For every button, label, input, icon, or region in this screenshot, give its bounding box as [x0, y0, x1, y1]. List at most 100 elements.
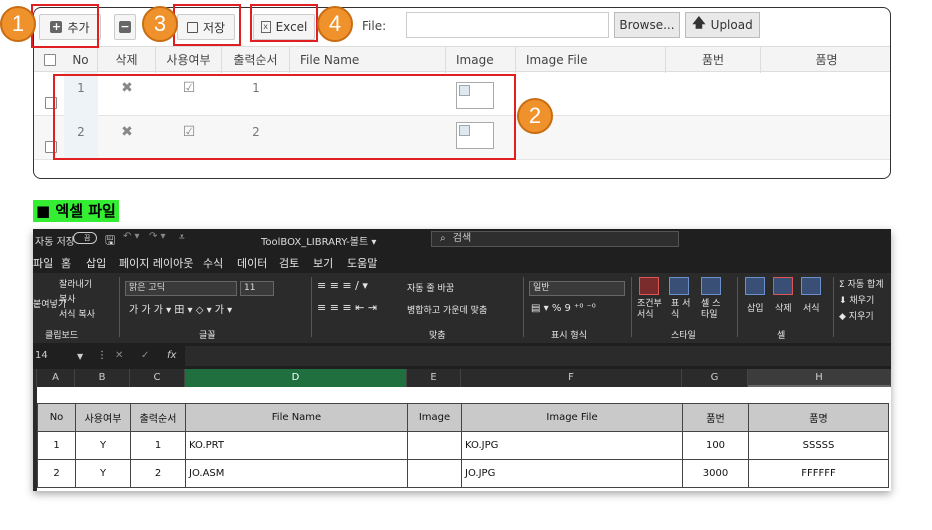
insert-cells-button[interactable]: 삽입 — [747, 301, 764, 314]
highlight-rows — [53, 74, 516, 160]
worksheet[interactable]: No 사용여부 출력순서 File Name Image Image File … — [37, 387, 891, 491]
search-box[interactable]: ⌕ 검색 — [431, 231, 679, 247]
col-header-delete[interactable]: 삭제 — [98, 47, 156, 73]
col-b[interactable]: B — [75, 369, 130, 387]
excel-cell[interactable]: 3000 — [682, 459, 749, 488]
cell-styles-icon[interactable] — [701, 277, 721, 295]
excel-cell[interactable]: 2 — [37, 459, 76, 488]
col-header-part-name[interactable]: 품명 — [761, 47, 890, 73]
format-cells-button[interactable]: 서식 — [803, 301, 820, 314]
align-buttons[interactable]: ≡ ≡ ≡ ∕ ▾ — [317, 279, 368, 292]
format-table-button[interactable]: 표 서식 — [671, 299, 693, 321]
wrap-text-button[interactable]: 자동 줄 바꿈 — [407, 281, 454, 294]
workbook-title[interactable]: ToolBOX_LIBRARY-볼트 ▾ — [261, 233, 376, 248]
conditional-format-button[interactable]: 조건부 서식 — [637, 299, 667, 321]
excel-cell[interactable]: JO.ASM — [185, 459, 408, 488]
cell-styles-button[interactable]: 셀 스타일 — [701, 299, 725, 321]
excel-row: 2 Y 2 JO.ASM JO.JPG 3000 FFFFFF — [37, 459, 889, 488]
format-table-icon[interactable] — [669, 277, 689, 295]
excel-th[interactable]: 품명 — [748, 403, 889, 432]
excel-cell[interactable]: Y — [75, 459, 131, 488]
col-g[interactable]: G — [682, 369, 748, 387]
excel-cell[interactable]: 2 — [130, 459, 186, 488]
col-header-part-no[interactable]: 품번 — [666, 47, 761, 73]
ribbon-divider — [737, 277, 738, 337]
excel-cell[interactable]: KO.JPG — [461, 431, 683, 460]
col-a[interactable]: A — [37, 369, 75, 387]
tab-formulas[interactable]: 수식 — [203, 255, 223, 271]
insert-cells-icon[interactable] — [745, 277, 765, 295]
excel-cell[interactable]: 1 — [37, 431, 76, 460]
col-header-file-name[interactable]: File Name — [290, 47, 446, 73]
excel-cell[interactable]: JO.JPG — [461, 459, 683, 488]
clear-button[interactable]: ◆ 지우기 — [839, 309, 874, 322]
autosum-button[interactable]: Σ 자동 합계 — [839, 277, 884, 290]
tab-file[interactable]: 파일 — [33, 255, 53, 271]
delete-cells-button[interactable]: 삭제 — [775, 301, 792, 314]
excel-cell[interactable]: 1 — [130, 431, 186, 460]
excel-th[interactable]: Image — [407, 403, 462, 432]
autosave-toggle[interactable]: 끔 — [73, 232, 97, 244]
step-badge-4: 4 — [317, 6, 353, 42]
fill-button[interactable]: ⬇ 채우기 — [839, 293, 874, 306]
delete-cells-icon[interactable] — [773, 277, 793, 295]
redo-icon[interactable]: ↷ ▾ — [149, 231, 166, 242]
delete-row-button[interactable]: − — [114, 14, 136, 40]
col-header-use[interactable]: 사용여부 — [156, 47, 222, 73]
excel-cell[interactable] — [407, 459, 462, 488]
number-format-select[interactable]: 일반 — [529, 281, 625, 296]
col-header-image-file[interactable]: Image File — [516, 47, 666, 73]
merge-center-button[interactable]: 병합하고 가운데 맞춤 — [407, 303, 487, 316]
format-painter-button[interactable]: 서식 복사 — [59, 307, 95, 320]
excel-th[interactable]: 품번 — [682, 403, 749, 432]
browse-button[interactable]: Browse... — [614, 12, 680, 38]
col-header-no[interactable]: No — [64, 47, 98, 73]
column-headers: A B C D E F G H — [33, 369, 891, 387]
quick-access-icon[interactable]: ⩡ — [179, 232, 185, 243]
undo-icon[interactable]: ↶ ▾ — [123, 231, 140, 242]
col-header-order[interactable]: 출력순서 — [222, 47, 290, 73]
font-style-buttons[interactable]: 가 가 가 ▾ 田 ▾ ◇ ▾ 가 ▾ — [129, 301, 232, 316]
excel-th[interactable]: File Name — [185, 403, 408, 432]
col-header-image[interactable]: Image — [446, 47, 516, 73]
align-buttons-row2[interactable]: ≡ ≡ ≡ ⇤ ⇥ — [317, 301, 377, 314]
excel-th[interactable]: 사용여부 — [75, 403, 131, 432]
enter-icon[interactable]: ✓ — [141, 350, 149, 361]
cut-button[interactable]: 잘라내기 — [59, 277, 92, 290]
col-e[interactable]: E — [407, 369, 461, 387]
copy-button[interactable]: 복사 — [59, 292, 76, 305]
col-f[interactable]: F — [461, 369, 682, 387]
excel-cell[interactable]: FFFFFF — [748, 459, 889, 488]
tab-view[interactable]: 보기 — [313, 255, 333, 271]
excel-th[interactable]: No — [37, 403, 76, 432]
tab-insert[interactable]: 삽입 — [86, 255, 106, 271]
upload-button[interactable]: 🡅 Upload — [685, 12, 760, 38]
excel-cell[interactable]: SSSSS — [748, 431, 889, 460]
name-box[interactable]: 14 — [35, 350, 48, 361]
tab-home[interactable]: 홈 — [61, 255, 72, 275]
tab-data[interactable]: 데이터 — [237, 255, 267, 271]
tab-page-layout[interactable]: 페이지 레이아웃 — [119, 255, 193, 271]
number-format-buttons[interactable]: ▤ ▾ % 9 ⁺⁰ ⁻⁰ — [531, 303, 596, 314]
conditional-format-icon[interactable] — [639, 277, 659, 295]
excel-cell[interactable] — [407, 431, 462, 460]
col-h[interactable]: H — [748, 369, 891, 387]
select-all-checkbox[interactable] — [44, 54, 56, 66]
font-size-select[interactable]: 11 — [240, 281, 274, 296]
excel-cell[interactable]: 100 — [682, 431, 749, 460]
excel-cell[interactable]: Y — [75, 431, 131, 460]
chevron-down-icon[interactable]: ▼ — [77, 352, 83, 361]
tab-help[interactable]: 도움말 — [347, 255, 377, 271]
file-input[interactable] — [406, 12, 609, 38]
col-d[interactable]: D — [185, 369, 407, 387]
cancel-icon[interactable]: ✕ — [115, 350, 123, 361]
format-cells-icon[interactable] — [801, 277, 821, 295]
font-name-select[interactable]: 맑은 고딕 — [125, 281, 237, 296]
formula-input[interactable] — [185, 346, 891, 366]
function-icon[interactable]: fx — [167, 350, 176, 361]
excel-cell[interactable]: KO.PRT — [185, 431, 408, 460]
excel-th[interactable]: 출력순서 — [130, 403, 186, 432]
tab-review[interactable]: 검토 — [279, 255, 299, 271]
excel-th[interactable]: Image File — [461, 403, 683, 432]
col-c[interactable]: C — [130, 369, 185, 387]
